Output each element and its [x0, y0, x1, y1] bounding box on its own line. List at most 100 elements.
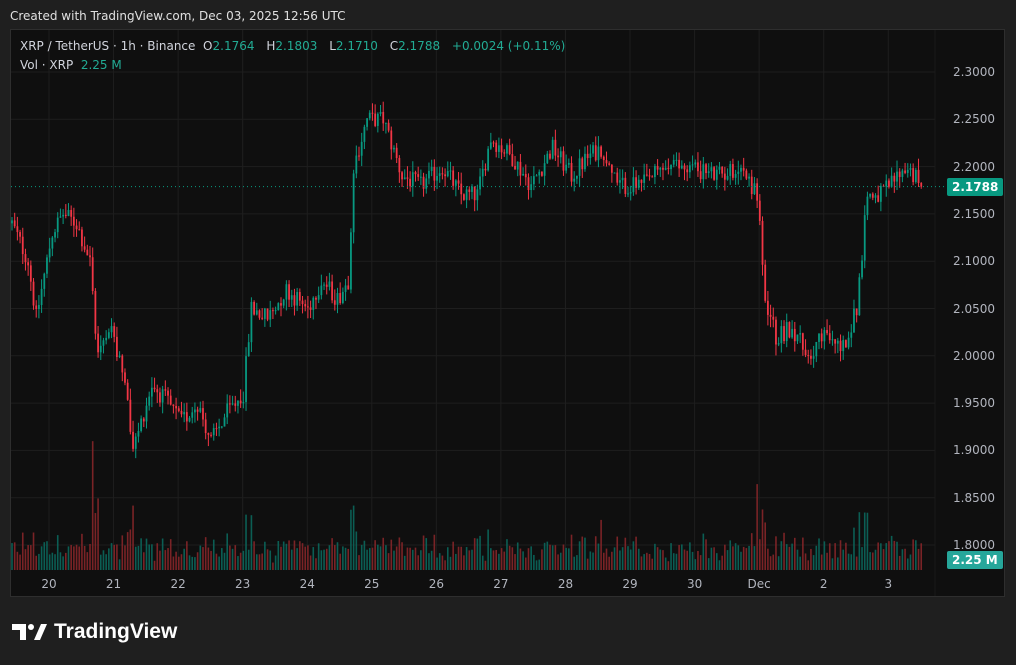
candle-body	[592, 145, 594, 154]
candle-body	[624, 177, 627, 194]
volume-bar	[352, 505, 355, 570]
candle-body	[336, 293, 339, 305]
candlestick-chart[interactable]	[0, 0, 1016, 665]
candle-body	[726, 175, 729, 180]
volume-bar	[83, 545, 86, 570]
volume-bar	[850, 554, 853, 570]
volume-bar	[753, 546, 756, 570]
candle-body	[156, 389, 159, 393]
candle-body	[207, 433, 210, 435]
volume-bar	[167, 548, 169, 570]
candle-body	[920, 182, 923, 187]
volume-bar	[492, 550, 495, 570]
candle-body	[756, 183, 759, 201]
volume-bar	[906, 558, 909, 570]
candle-body	[46, 257, 48, 274]
volume-bar	[788, 546, 791, 570]
candle-body	[680, 165, 683, 169]
candle-body	[38, 304, 40, 310]
candle-body	[863, 215, 866, 261]
candle-body	[185, 412, 188, 422]
volume-bar	[573, 556, 576, 570]
volume-bar	[522, 551, 524, 570]
candle-body	[19, 232, 21, 237]
candle-body	[766, 300, 769, 315]
candle-body	[745, 170, 748, 179]
candle-body	[250, 302, 253, 343]
volume-bar	[697, 550, 699, 570]
candle-body	[419, 176, 422, 178]
candle-body	[481, 168, 484, 177]
volume-bar	[562, 544, 565, 570]
volume-bar	[255, 554, 258, 570]
time-tick-label: Dec	[747, 577, 771, 591]
volume-bar	[51, 552, 54, 570]
candle-body	[723, 173, 726, 180]
candle-body	[239, 400, 242, 404]
candle-body	[589, 153, 592, 159]
volume-bar	[632, 541, 635, 570]
candle-body	[347, 285, 350, 290]
volume-bar	[425, 538, 428, 570]
volume-bar	[169, 539, 172, 570]
low-value: 2.1710	[335, 39, 378, 53]
volume-bar	[285, 543, 288, 570]
volume-bar	[726, 550, 729, 570]
candle-body	[285, 284, 288, 300]
volume-bar	[635, 536, 637, 570]
volume-bar	[861, 547, 863, 570]
volume-bar	[872, 552, 874, 570]
volume-bar	[576, 555, 578, 570]
volume-bar	[212, 539, 215, 570]
candle-body	[298, 292, 301, 301]
candle-body	[780, 326, 783, 344]
tradingview-logo[interactable]: TradingView	[12, 620, 177, 644]
volume-bar	[264, 541, 266, 570]
volume-bar	[597, 543, 600, 570]
volume-bar	[288, 540, 290, 570]
candle-body	[672, 160, 675, 165]
volume-bar	[312, 547, 315, 570]
volume-bar	[842, 549, 845, 570]
candle-body	[465, 189, 468, 200]
volume-bar	[143, 552, 145, 570]
candle-body	[538, 171, 541, 176]
volume-bar	[177, 556, 180, 570]
volume-bar	[750, 533, 753, 570]
volume-label[interactable]: Vol · XRP	[20, 58, 73, 72]
volume-bar	[368, 548, 371, 570]
candle-body	[444, 174, 446, 177]
high-label: H	[266, 39, 276, 53]
candle-body	[836, 340, 839, 344]
volume-bar	[446, 547, 449, 570]
candle-body	[785, 322, 788, 342]
candle-body	[764, 264, 767, 301]
candle-body	[753, 183, 756, 195]
volume-bar	[455, 553, 457, 570]
time-tick-label: 24	[299, 577, 315, 591]
time-tick-label: 28	[557, 577, 574, 591]
volume-bar	[269, 550, 272, 570]
volume-bar	[694, 559, 697, 570]
candle-body	[855, 308, 858, 316]
volume-bar	[479, 535, 481, 570]
volume-bar	[412, 549, 414, 570]
candle-body	[441, 173, 444, 175]
candle-body	[484, 168, 487, 171]
candle-body	[86, 249, 89, 256]
volume-bar	[62, 556, 64, 570]
candle-body	[866, 196, 869, 216]
volume-bar	[430, 550, 433, 570]
volume-bar	[436, 557, 438, 570]
volume-bar	[917, 548, 920, 570]
candle-body	[202, 408, 204, 420]
candle-body	[430, 166, 433, 171]
volume-bar	[191, 556, 194, 570]
candle-body	[204, 419, 207, 434]
candle-body	[707, 171, 710, 174]
candle-body	[842, 340, 845, 352]
candle-body	[142, 418, 145, 422]
volume-bar	[355, 531, 358, 570]
symbol-label[interactable]: XRP / TetherUS · 1h · Binance	[20, 39, 195, 53]
volume-bar	[91, 441, 94, 570]
